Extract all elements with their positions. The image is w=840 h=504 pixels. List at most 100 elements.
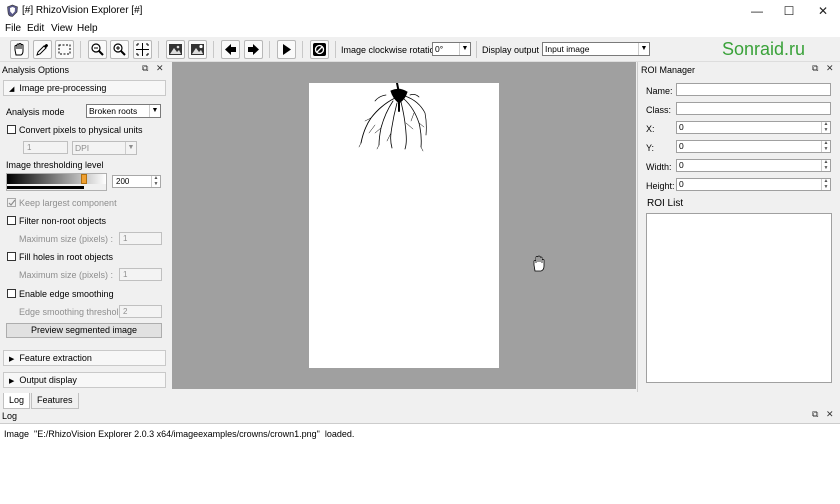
output-display-section-header[interactable]: ▶ Output display	[3, 372, 166, 388]
tab-features[interactable]: Features	[31, 393, 79, 409]
roi-list-label: ROI List	[647, 198, 684, 209]
eyedropper-icon	[36, 44, 48, 56]
roi-select-tool-button[interactable]	[55, 40, 74, 59]
rotation-select[interactable]: 0° ▼	[432, 42, 471, 56]
analysis-options-title: Analysis Options	[2, 65, 70, 75]
edge-smoothing-checkbox[interactable]	[7, 289, 16, 298]
log-output[interactable]: Image "E:/RhizoVision Explorer 2.0.3 x64…	[0, 423, 840, 504]
root-crown-image	[358, 82, 427, 152]
next-image-button[interactable]	[244, 40, 263, 59]
roi-width-input[interactable]: 0 ▲ ▼	[676, 159, 831, 172]
roi-x-input[interactable]: 0 ▲ ▼	[676, 121, 831, 134]
checkmark-icon	[8, 199, 16, 206]
convert-unit-value: DPI	[75, 143, 90, 153]
rotation-label: Image clockwise rotation:	[341, 45, 443, 55]
convert-unit-select[interactable]: DPI ▼	[72, 141, 137, 155]
preview-segmented-button[interactable]: Preview segmented image	[6, 323, 162, 338]
toolbar: Image clockwise rotation: 0° ▼ Display o…	[0, 37, 840, 62]
rotation-value: 0°	[435, 44, 444, 54]
fill-holes-checkbox[interactable]	[7, 252, 16, 261]
spin-arrows-icon[interactable]: ▲ ▼	[821, 178, 830, 190]
previous-image-button[interactable]	[221, 40, 240, 59]
convert-pixels-checkbox[interactable]	[7, 125, 16, 134]
zoom-in-button[interactable]	[110, 40, 129, 59]
keep-largest-label: Keep largest component	[19, 198, 117, 208]
expand-triangle-icon: ▶	[9, 356, 15, 363]
chevron-down-icon: ▼	[125, 142, 136, 154]
pan-tool-button[interactable]	[10, 40, 29, 59]
stop-analysis-button[interactable]	[310, 40, 329, 59]
threshold-label: Image thresholding level	[6, 160, 104, 170]
filter-max-size-label: Maximum size (pixels) :	[19, 234, 114, 244]
hand-cursor-icon	[533, 255, 545, 272]
undock-icon[interactable]: ⧉	[142, 63, 148, 74]
feature-extraction-header-text: Feature extraction	[19, 353, 92, 363]
spin-arrows-icon[interactable]: ▲ ▼	[821, 140, 830, 152]
eyedropper-tool-button[interactable]	[33, 40, 52, 59]
arrow-left-icon	[225, 44, 236, 55]
undock-icon[interactable]: ⧉	[812, 63, 818, 74]
display-output-select[interactable]: Input image ▼	[542, 42, 650, 56]
chevron-down-icon: ▼	[459, 43, 470, 55]
feature-extraction-section-header[interactable]: ▶ Feature extraction	[3, 350, 166, 366]
roi-height-label: Height:	[646, 181, 675, 191]
roi-x-value: 0	[679, 122, 684, 132]
fit-to-window-button[interactable]	[133, 40, 152, 59]
threshold-slider[interactable]	[6, 173, 107, 191]
open-image-button[interactable]	[166, 40, 185, 59]
preprocessing-header-text: Image pre-processing	[19, 83, 107, 93]
maximize-button[interactable]: ☐	[772, 0, 806, 22]
toolbar-separator	[80, 41, 81, 58]
menu-file[interactable]: File	[5, 23, 21, 34]
run-analysis-button[interactable]	[277, 40, 296, 59]
roi-y-input[interactable]: 0 ▲ ▼	[676, 140, 831, 153]
expand-triangle-icon: ▶	[9, 378, 15, 385]
filter-max-size-input[interactable]: 1	[119, 232, 162, 245]
convert-pixels-label: Convert pixels to physical units	[19, 125, 143, 135]
spin-arrows-icon[interactable]: ▲ ▼	[821, 121, 830, 133]
roi-name-input[interactable]	[676, 83, 831, 96]
image-open-icon	[169, 44, 182, 55]
tab-log[interactable]: Log	[3, 393, 31, 409]
zoom-in-icon	[113, 43, 126, 56]
roi-height-input[interactable]: 0 ▲ ▼	[676, 178, 831, 191]
preprocessing-section-header[interactable]: ◢ Image pre-processing	[3, 80, 166, 96]
panel-close-icon[interactable]: ✕	[156, 63, 164, 74]
panel-close-icon[interactable]: ✕	[826, 409, 834, 420]
menu-help[interactable]: Help	[77, 23, 98, 34]
arrow-right-icon	[248, 44, 259, 55]
input-image	[309, 82, 499, 368]
roi-width-label: Width:	[646, 162, 672, 172]
threshold-value-input[interactable]: 200 ▲ ▼	[112, 175, 161, 188]
toolbar-separator	[302, 41, 303, 58]
keep-largest-checkbox[interactable]	[7, 198, 16, 207]
spin-arrows-icon[interactable]: ▲ ▼	[151, 175, 160, 187]
minimize-button[interactable]: —	[740, 0, 774, 22]
watermark: Sonraid.ru	[722, 39, 806, 59]
fill-max-size-input[interactable]: 1	[119, 268, 162, 281]
selection-rectangle-icon	[58, 44, 71, 55]
menu-view[interactable]: View	[51, 23, 73, 34]
undock-icon[interactable]: ⧉	[812, 409, 818, 420]
filter-nonroot-checkbox[interactable]	[7, 216, 16, 225]
chevron-down-icon: ▼	[638, 43, 649, 55]
threshold-slider-handle[interactable]	[81, 174, 87, 184]
roi-class-input[interactable]	[676, 102, 831, 115]
panel-close-icon[interactable]: ✕	[826, 63, 834, 74]
roi-height-value: 0	[679, 179, 684, 189]
window-title: [#] RhizoVision Explorer [#]	[22, 5, 143, 16]
close-window-button[interactable]: ✕	[806, 0, 840, 22]
convert-value-input[interactable]: 1	[23, 141, 68, 154]
edge-threshold-input[interactable]: 2	[119, 305, 162, 318]
spin-arrows-icon[interactable]: ▲ ▼	[821, 159, 830, 171]
roi-list[interactable]	[646, 213, 832, 383]
chevron-down-icon: ▼	[149, 105, 160, 117]
analysis-mode-select[interactable]: Broken roots ▼	[86, 104, 161, 118]
open-folder-button[interactable]	[188, 40, 207, 59]
fill-max-size-label: Maximum size (pixels) :	[19, 270, 114, 280]
output-display-header-text: Output display	[19, 375, 77, 385]
toolbar-separator	[158, 41, 159, 58]
menu-edit[interactable]: Edit	[27, 23, 44, 34]
zoom-out-button[interactable]	[88, 40, 107, 59]
image-folder-icon	[191, 44, 204, 55]
